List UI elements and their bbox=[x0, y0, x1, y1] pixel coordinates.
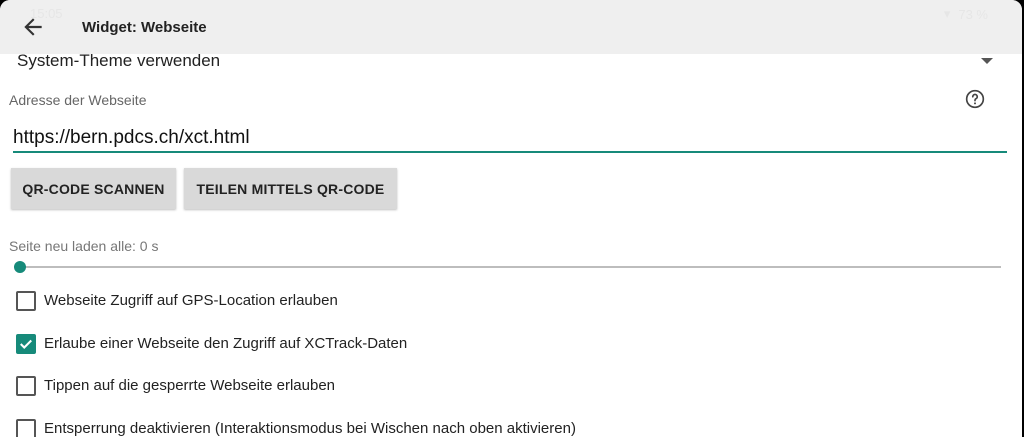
checkbox[interactable] bbox=[16, 291, 36, 311]
dropdown-arrow-icon[interactable] bbox=[981, 58, 993, 64]
app-bar: 15:05 ▾ 73 % Widget: Webseite bbox=[0, 0, 1022, 54]
option-label: Entsperrung deaktivieren (Interaktionsmo… bbox=[44, 420, 576, 437]
option-label: Erlaube einer Webseite den Zugriff auf X… bbox=[44, 335, 408, 352]
back-arrow-icon[interactable] bbox=[20, 14, 46, 40]
help-icon[interactable] bbox=[965, 89, 985, 109]
status-icons: ▾ 73 % bbox=[944, 6, 988, 22]
qr-share-button[interactable]: TEILEN MITTELS QR-CODE bbox=[184, 168, 397, 209]
app-window: 15:05 ▾ 73 % Widget: Webseite System-The… bbox=[0, 0, 1022, 437]
reload-interval-label: Seite neu laden alle: 0 s bbox=[9, 238, 159, 254]
theme-select[interactable]: System-Theme verwenden bbox=[17, 51, 220, 71]
option-label: Tippen auf die gesperrte Webseite erlaub… bbox=[44, 377, 336, 394]
reload-interval-slider[interactable] bbox=[14, 261, 1001, 273]
page-title: Widget: Webseite bbox=[82, 19, 207, 36]
qr-scan-button[interactable]: QR-CODE SCANNEN bbox=[11, 168, 176, 209]
battery-level: 73 % bbox=[958, 6, 988, 22]
wifi-icon: ▾ bbox=[943, 6, 951, 21]
checkmark-icon bbox=[20, 339, 32, 349]
url-field-label: Adresse der Webseite bbox=[9, 92, 147, 108]
checkbox[interactable] bbox=[16, 376, 36, 396]
option-label: Webseite Zugriff auf GPS-Location erlaub… bbox=[44, 292, 338, 309]
url-input[interactable] bbox=[13, 125, 1007, 153]
slider-thumb[interactable] bbox=[14, 261, 26, 273]
checkbox[interactable] bbox=[16, 419, 36, 437]
checkbox-checked[interactable] bbox=[16, 334, 36, 354]
